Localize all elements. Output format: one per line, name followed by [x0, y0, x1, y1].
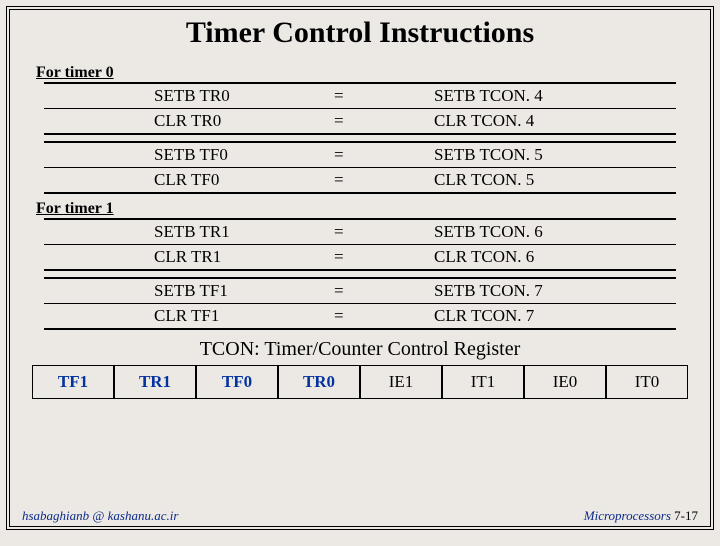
slide-title: Timer Control Instructions — [10, 10, 710, 60]
tcon-bit-tf1: TF1 — [32, 365, 114, 399]
slide-frame: Timer Control Instructions For timer 0 S… — [6, 6, 714, 530]
tcon-bit-ie1: IE1 — [360, 365, 442, 399]
section-label-timer0: For timer 0 — [36, 64, 710, 82]
tcon-caption: TCON: Timer/Counter Control Register — [10, 338, 710, 361]
instr-block: SETB TR0 = SETB TCON. 4 CLR TR0 = CLR TC… — [44, 82, 676, 135]
instr-eq: = — [334, 111, 434, 131]
instr-row: SETB TR0 = SETB TCON. 4 — [44, 84, 676, 109]
instr-left: CLR TF0 — [44, 170, 334, 190]
instr-row: SETB TF1 = SETB TCON. 7 — [44, 279, 676, 304]
instr-left: CLR TR1 — [44, 247, 334, 267]
instr-right: CLR TCON. 7 — [434, 306, 676, 326]
tcon-bit-tr0: TR0 — [278, 365, 360, 399]
instr-row: CLR TF1 = CLR TCON. 7 — [44, 304, 676, 328]
tcon-register-table: TF1 TR1 TF0 TR0 IE1 IT1 IE0 IT0 — [32, 365, 688, 399]
footer-page-number: 7-17 — [674, 508, 698, 523]
instr-block: SETB TF1 = SETB TCON. 7 CLR TF1 = CLR TC… — [44, 277, 676, 330]
instr-left: SETB TR0 — [44, 86, 334, 106]
tcon-bit-it0: IT0 — [606, 365, 688, 399]
instr-eq: = — [334, 247, 434, 267]
instr-eq: = — [334, 145, 434, 165]
instr-left: CLR TR0 — [44, 111, 334, 131]
tcon-bit-it1: IT1 — [442, 365, 524, 399]
instr-block: SETB TR1 = SETB TCON. 6 CLR TR1 = CLR TC… — [44, 218, 676, 271]
instr-left: SETB TF0 — [44, 145, 334, 165]
instr-right: SETB TCON. 7 — [434, 281, 676, 301]
instr-row: SETB TR1 = SETB TCON. 6 — [44, 220, 676, 245]
footer-author: hsabaghianb @ kashanu.ac.ir — [22, 508, 178, 524]
instr-eq: = — [334, 170, 434, 190]
section-label-timer1: For timer 1 — [36, 200, 710, 218]
instr-right: SETB TCON. 4 — [434, 86, 676, 106]
instr-right: CLR TCON. 5 — [434, 170, 676, 190]
instr-left: CLR TF1 — [44, 306, 334, 326]
instr-eq: = — [334, 306, 434, 326]
instr-eq: = — [334, 222, 434, 242]
instr-right: CLR TCON. 4 — [434, 111, 676, 131]
instr-eq: = — [334, 281, 434, 301]
tcon-bit-tr1: TR1 — [114, 365, 196, 399]
instr-eq: = — [334, 86, 434, 106]
instr-right: SETB TCON. 5 — [434, 145, 676, 165]
footer-course-label: Microprocessors — [584, 508, 671, 523]
instr-left: SETB TF1 — [44, 281, 334, 301]
instr-row: CLR TR0 = CLR TCON. 4 — [44, 109, 676, 133]
instr-row: CLR TR1 = CLR TCON. 6 — [44, 245, 676, 269]
instr-left: SETB TR1 — [44, 222, 334, 242]
instr-row: SETB TF0 = SETB TCON. 5 — [44, 143, 676, 168]
tcon-bit-ie0: IE0 — [524, 365, 606, 399]
instr-right: SETB TCON. 6 — [434, 222, 676, 242]
footer-course: Microprocessors 7-17 — [584, 508, 698, 524]
footer: hsabaghianb @ kashanu.ac.ir Microprocess… — [10, 508, 710, 526]
tcon-bit-tf0: TF0 — [196, 365, 278, 399]
instr-right: CLR TCON. 6 — [434, 247, 676, 267]
instr-row: CLR TF0 = CLR TCON. 5 — [44, 168, 676, 192]
instr-block: SETB TF0 = SETB TCON. 5 CLR TF0 = CLR TC… — [44, 141, 676, 194]
